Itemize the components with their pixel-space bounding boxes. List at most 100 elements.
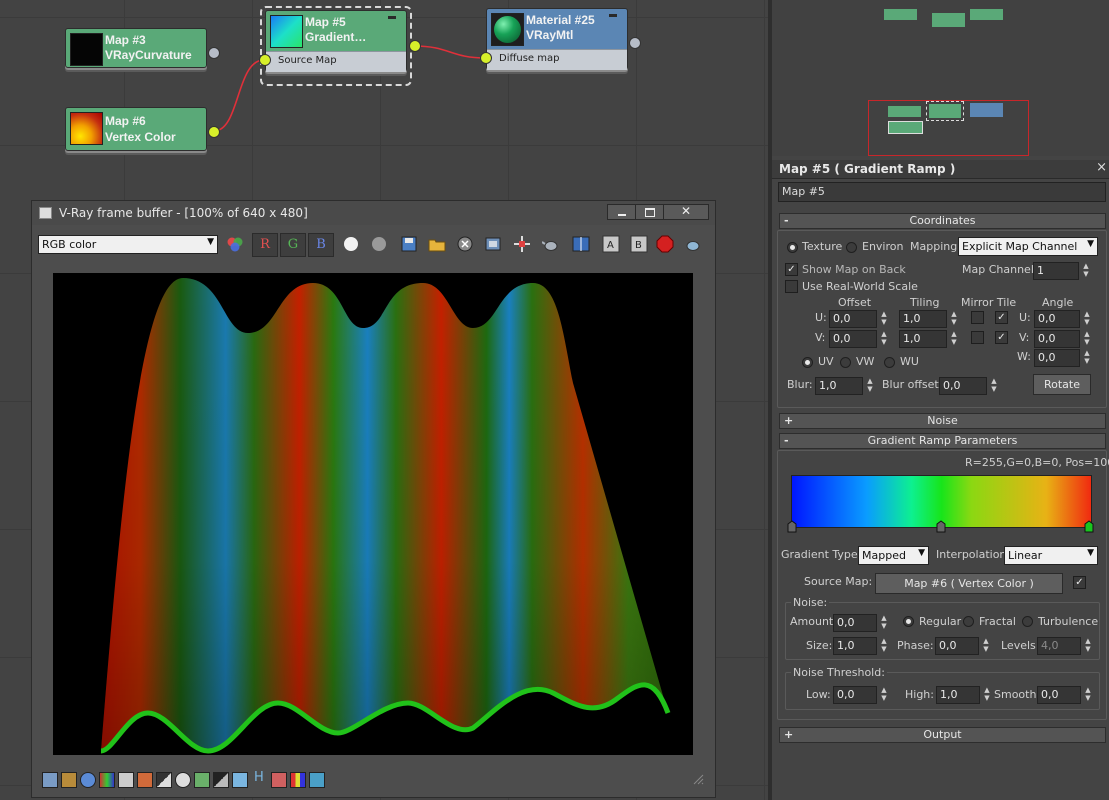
blur-spinner[interactable]: 1,0 ▲ ▼ <box>815 377 873 395</box>
v-tiling-spinner[interactable]: 1,0 ▲ ▼ <box>899 330 957 348</box>
spinner-arrows-icon[interactable]: ▲ ▼ <box>878 614 890 632</box>
v-tile-checkbox[interactable]: ✓ <box>995 331 1008 344</box>
spinner-arrows-icon[interactable]: ▲ ▼ <box>878 686 890 704</box>
save-image-icon[interactable] <box>400 235 418 253</box>
vfb-minimize-button[interactable] <box>607 204 637 220</box>
spinner-arrows-icon[interactable]: ▲ ▼ <box>981 686 993 704</box>
map5-source-map-slot[interactable]: Source Map <box>266 51 406 72</box>
turbulence-radio[interactable] <box>1022 616 1033 627</box>
fractal-radio[interactable] <box>963 616 974 627</box>
color-channels-icon[interactable] <box>226 235 244 253</box>
spinner-arrows-icon[interactable]: ▲ ▼ <box>878 310 890 328</box>
rollout-output[interactable]: + Output <box>779 727 1106 743</box>
srgb-icon[interactable] <box>290 772 306 788</box>
lens-effects-icon[interactable] <box>61 772 77 788</box>
blue-channel-button[interactable]: B <box>308 233 334 257</box>
rotate-button[interactable]: Rotate <box>1033 374 1091 395</box>
map3-output-socket[interactable] <box>208 47 220 59</box>
spinner-arrows-icon[interactable]: ▲ ▼ <box>1082 637 1094 655</box>
render-viewport[interactable] <box>53 273 693 755</box>
vfb-titlebar[interactable]: V-Ray frame buffer - [100% of 640 x 480]… <box>32 201 715 225</box>
material25-output-socket[interactable] <box>629 37 641 49</box>
w-angle-spinner[interactable]: 0,0 ▲ ▼ <box>1034 349 1090 367</box>
phase-spinner[interactable]: 0,0 ▲ ▼ <box>935 637 989 655</box>
map-name-field[interactable]: Map #5 <box>778 182 1106 202</box>
gradient-flags[interactable] <box>785 519 1099 535</box>
resize-grip-icon[interactable] <box>692 773 704 785</box>
v-mirror-checkbox[interactable] <box>971 331 984 344</box>
levels-icon[interactable] <box>137 772 153 788</box>
white-balance-icon[interactable] <box>194 772 210 788</box>
smooth-spinner[interactable]: 0,0 ▲ ▼ <box>1037 686 1091 704</box>
region-a-icon[interactable]: A <box>602 235 620 253</box>
v-offset-spinner[interactable]: 0,0 ▲ ▼ <box>829 330 887 348</box>
spinner-arrows-icon[interactable]: ▲ ▼ <box>980 637 992 655</box>
amount-spinner[interactable]: 0,0 ▲ ▼ <box>833 614 887 632</box>
panel-close-icon[interactable]: × <box>1096 160 1107 175</box>
channel-dropdown[interactable]: RGB color ▼ <box>38 235 218 254</box>
rollout-gradient-ramp[interactable]: - Gradient Ramp Parameters <box>779 433 1106 449</box>
spinner-arrows-icon[interactable]: ▲ ▼ <box>878 637 890 655</box>
material25-input-socket[interactable] <box>480 52 492 64</box>
show-map-on-back-checkbox[interactable]: ✓ <box>785 263 798 276</box>
info-icon[interactable] <box>80 772 96 788</box>
wu-radio[interactable] <box>884 357 895 368</box>
pixel-aspect-icon[interactable] <box>271 772 287 788</box>
u-offset-spinner[interactable]: 0,0 ▲ ▼ <box>829 310 887 328</box>
environ-radio[interactable] <box>846 242 857 253</box>
stamp-icon[interactable] <box>309 772 325 788</box>
spinner-arrows-icon[interactable]: ▲ ▼ <box>878 330 890 348</box>
spinner-arrows-icon[interactable]: ▲ ▼ <box>1081 349 1093 367</box>
rollout-noise[interactable]: + Noise <box>779 413 1106 429</box>
red-channel-button[interactable]: R <box>252 233 278 257</box>
alpha-white-icon[interactable] <box>342 235 360 253</box>
size-spinner[interactable]: 1,0 ▲ ▼ <box>833 637 887 655</box>
mono-gray-icon[interactable] <box>370 235 388 253</box>
map-channel-spinner[interactable]: 1 ▲ ▼ <box>1033 262 1089 280</box>
u-angle-spinner[interactable]: 0,0 ▲ ▼ <box>1034 310 1090 328</box>
history-icon[interactable] <box>42 772 58 788</box>
u-mirror-checkbox[interactable] <box>971 311 984 324</box>
mapping-dropdown[interactable]: Explicit Map Channel ▼ <box>958 237 1098 256</box>
interpolation-dropdown[interactable]: Linear ▼ <box>1004 546 1098 565</box>
exposure-icon[interactable] <box>175 772 191 788</box>
hsl-icon[interactable] <box>118 772 134 788</box>
vfb-maximize-button[interactable] <box>635 204 665 220</box>
vfb-window[interactable]: V-Ray frame buffer - [100% of 640 x 480]… <box>31 200 716 798</box>
v-angle-spinner[interactable]: 0,0 ▲ ▼ <box>1034 330 1090 348</box>
high-spinner[interactable]: 1,0 ▲ ▼ <box>936 686 990 704</box>
navigator-panel[interactable] <box>772 0 1109 156</box>
vw-radio[interactable] <box>840 357 851 368</box>
blur-offset-spinner[interactable]: 0,0 ▲ ▼ <box>939 377 997 395</box>
render-teapot-icon[interactable] <box>541 235 560 253</box>
real-world-scale-checkbox[interactable] <box>785 280 798 293</box>
spinner-arrows-icon[interactable]: ▲ ▼ <box>1081 330 1093 348</box>
track-mouse-icon[interactable] <box>513 235 531 253</box>
h-icon[interactable]: H <box>254 770 264 785</box>
vfb-close-button[interactable]: ✕ <box>663 204 709 220</box>
source-map-button[interactable]: Map #6 ( Vertex Color ) <box>875 573 1063 594</box>
levels-spinner[interactable]: 4,0 ▲ ▼ <box>1037 637 1091 655</box>
rollout-coordinates[interactable]: - Coordinates <box>779 213 1106 229</box>
uv-radio[interactable] <box>802 357 813 368</box>
source-map-checkbox[interactable]: ✓ <box>1073 576 1086 589</box>
spinner-arrows-icon[interactable]: ▲ ▼ <box>988 377 1000 395</box>
node-map5[interactable]: Map #5 Gradient… Source Map <box>265 10 407 72</box>
background-icon[interactable] <box>213 772 229 788</box>
green-channel-button[interactable]: G <box>280 233 306 257</box>
material25-diffuse-slot[interactable]: Diffuse map <box>487 49 627 70</box>
spinner-arrows-icon[interactable]: ▲ ▼ <box>948 310 960 328</box>
spinner-arrows-icon[interactable]: ▲ ▼ <box>1080 262 1092 280</box>
duplicate-to-max-icon[interactable] <box>484 235 502 253</box>
spinner-arrows-icon[interactable]: ▲ ▼ <box>864 377 876 395</box>
render-last-icon[interactable] <box>684 235 702 253</box>
regular-radio[interactable] <box>903 616 914 627</box>
map6-output-socket[interactable] <box>208 126 220 138</box>
node-map3[interactable]: Map #3 VRayCurvature <box>65 28 207 68</box>
u-tile-checkbox[interactable]: ✓ <box>995 311 1008 324</box>
map5-collapse-button[interactable] <box>388 16 396 19</box>
spinner-arrows-icon[interactable]: ▲ ▼ <box>1081 310 1093 328</box>
ab-compare-icon[interactable] <box>572 235 590 253</box>
node-material25[interactable]: Material #25 VRayMtl Diffuse map <box>486 8 628 70</box>
texture-radio[interactable] <box>787 242 798 253</box>
